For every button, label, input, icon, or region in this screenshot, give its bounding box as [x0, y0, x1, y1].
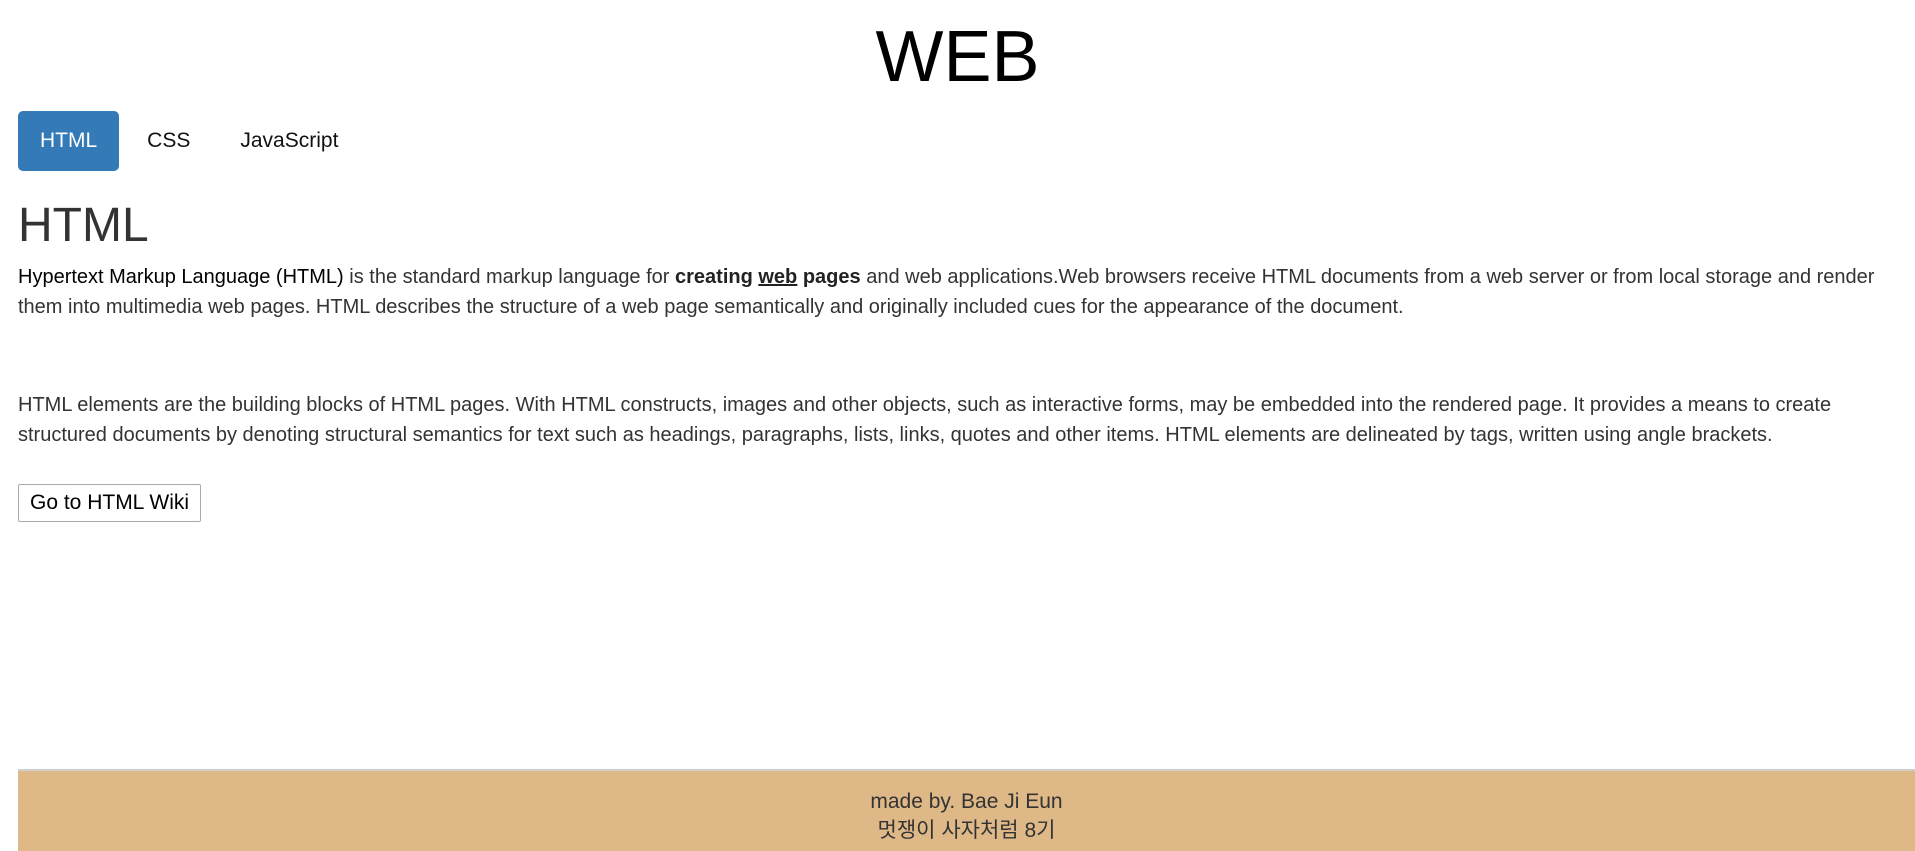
site-title: WEB — [875, 17, 1040, 97]
footer-group: 멋쟁이 사자처럼 8기 — [877, 819, 1056, 842]
intro-lead: Hypertext Markup Language (HTML) — [18, 266, 344, 288]
intro-text-1: is the standard markup language for — [343, 266, 676, 288]
intro-paragraph: Hypertext Markup Language (HTML) is the … — [18, 262, 1878, 322]
tab-bar: HTML CSS JavaScript — [18, 111, 360, 171]
footer: made by. Bae Ji Eun 멋쟁이 사자처럼 8기 — [18, 769, 1915, 851]
intro-bold-web: web — [758, 266, 798, 288]
intro-bold-creating: creating — [675, 266, 759, 288]
tab-javascript[interactable]: JavaScript — [218, 111, 360, 171]
go-to-html-wiki-button[interactable]: Go to HTML Wiki — [18, 484, 202, 522]
footer-credit: made by. Bae Ji Eun — [870, 790, 1063, 813]
elements-paragraph: HTML elements are the building blocks of… — [18, 394, 1832, 446]
tab-css[interactable]: CSS — [125, 111, 212, 171]
intro-bold-pages: pages — [797, 266, 861, 288]
article-content: HTML Hypertext Markup Language (HTML) is… — [18, 198, 1878, 522]
section-heading: HTML — [18, 199, 149, 252]
tab-html[interactable]: HTML — [18, 111, 120, 171]
